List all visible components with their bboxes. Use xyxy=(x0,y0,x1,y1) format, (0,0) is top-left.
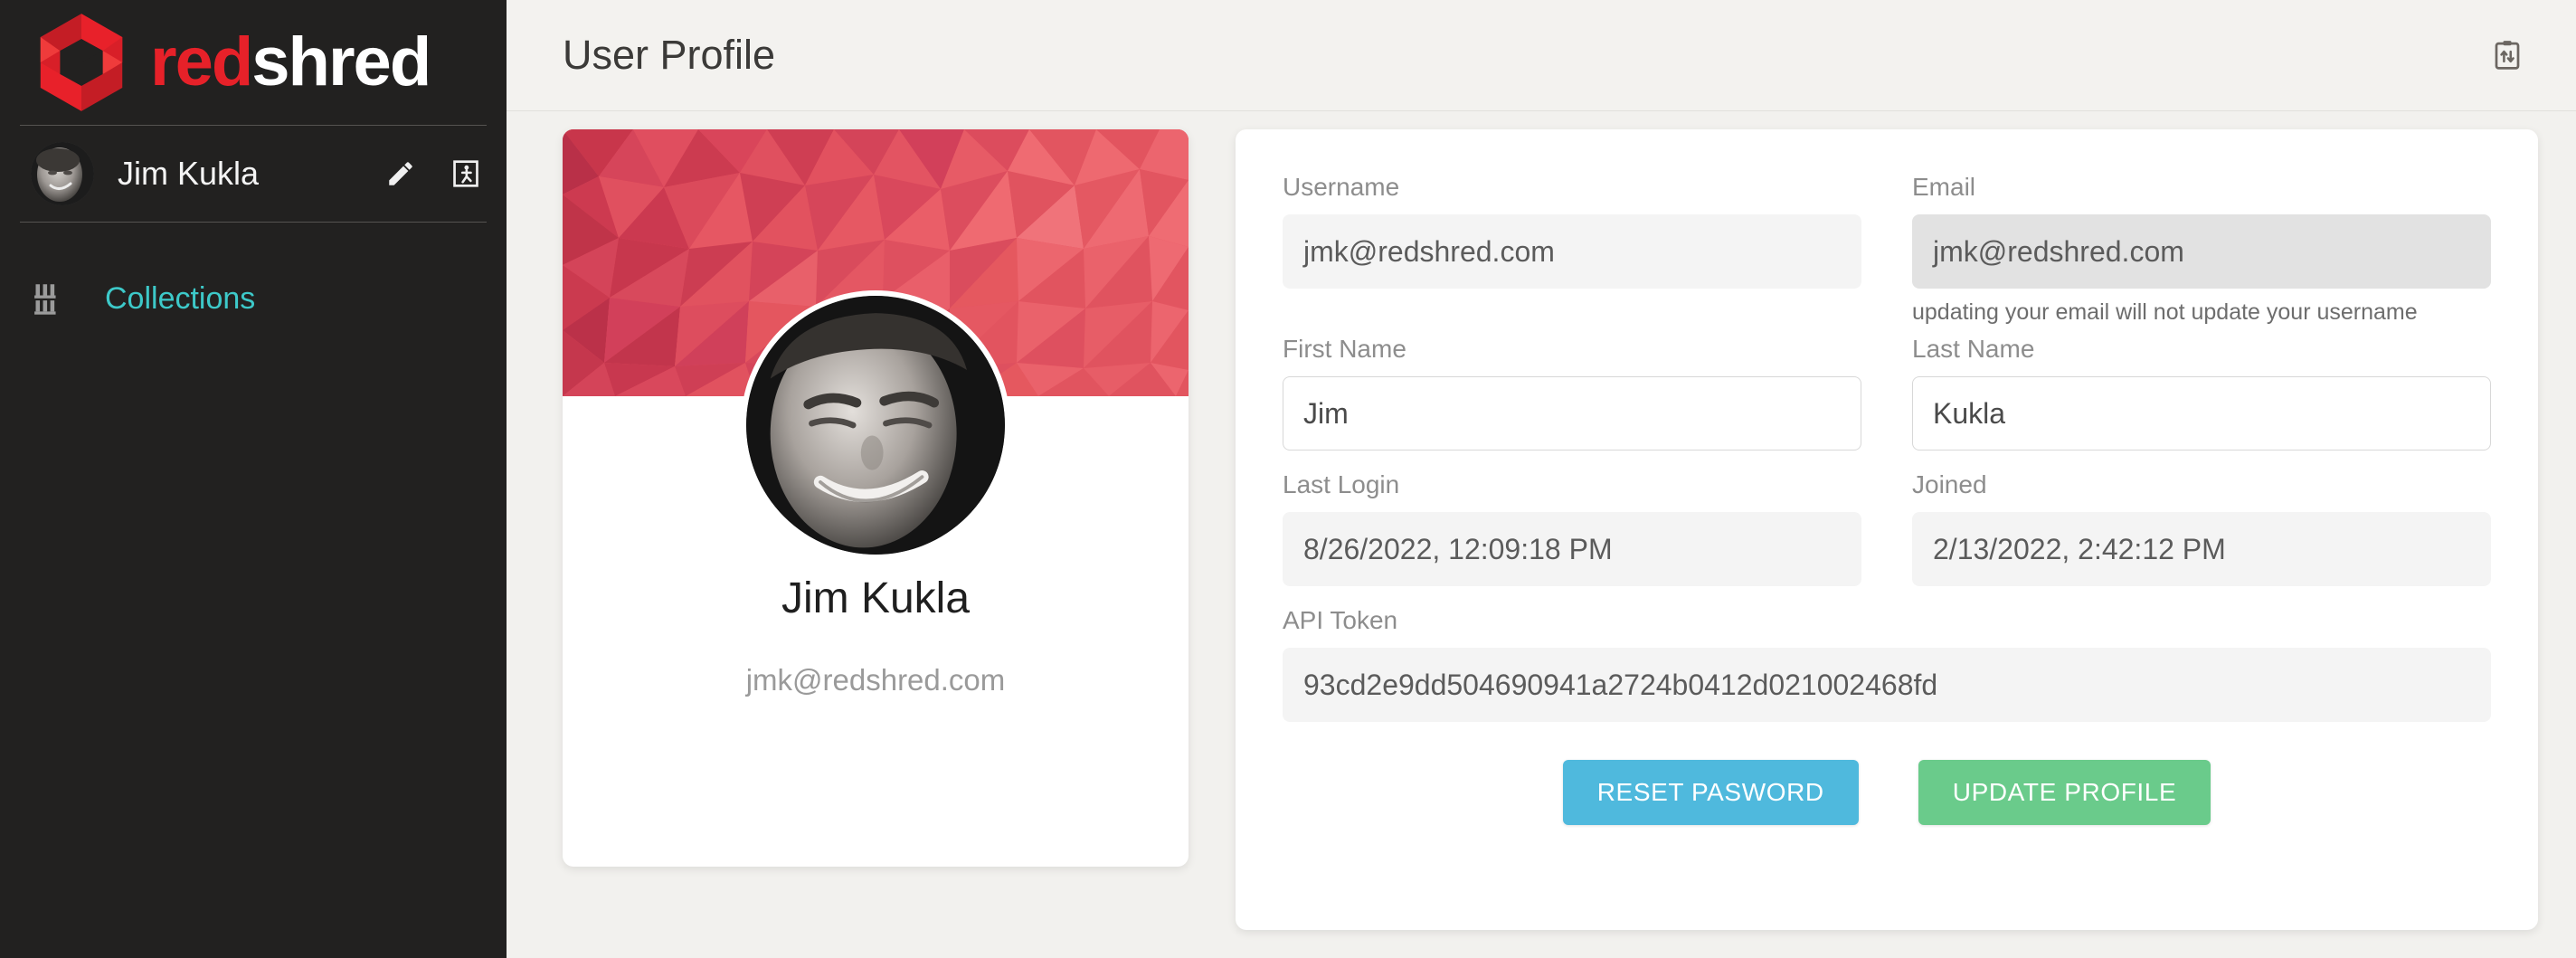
clipboard-transfer-button[interactable] xyxy=(2482,30,2533,81)
sidebar-user-row: Jim Kukla xyxy=(0,126,507,222)
brand-wordmark: redshred xyxy=(150,28,431,97)
update-profile-button[interactable]: UPDATE PROFILE xyxy=(1918,760,2211,825)
email-help-text: updating your email will not update your… xyxy=(1912,299,2418,325)
content-area: Jim Kukla jmk@redshred.com Username jmk@… xyxy=(507,111,2576,958)
first-name-label: First Name xyxy=(1283,335,1406,363)
form-row-dates: Last Login 8/26/2022, 12:09:18 PM Joined… xyxy=(1283,470,2491,586)
field-group-last-name: Last Name Kukla xyxy=(1912,335,2491,451)
user-avatar-photo-icon xyxy=(746,296,1005,555)
profile-email: jmk@redshred.com xyxy=(745,663,1006,697)
main-area: User Profile Jim Kukla jmk@redshred.com … xyxy=(507,0,2576,958)
field-group-last-login: Last Login 8/26/2022, 12:09:18 PM xyxy=(1283,470,1861,586)
top-header: User Profile xyxy=(507,0,2576,111)
profile-avatar xyxy=(741,290,1010,560)
form-row-api-token: API Token 93cd2e9dd504690941a2724b0412d0… xyxy=(1283,606,2491,722)
form-action-buttons: RESET PASWORD UPDATE PROFILE xyxy=(1283,760,2491,825)
first-name-input[interactable]: Jim xyxy=(1283,376,1861,451)
username-label: Username xyxy=(1283,173,1400,201)
app-root: redshred Jim Kukla Collections User Prof… xyxy=(0,0,2576,958)
avatar xyxy=(31,142,94,205)
profile-name: Jim Kukla xyxy=(781,574,971,622)
form-row-names: First Name Jim Last Name Kukla xyxy=(1283,335,2491,451)
exit-door-icon xyxy=(453,160,478,187)
last-login-label: Last Login xyxy=(1283,470,1400,498)
field-group-email: Email jmk@redshred.com updating your ema… xyxy=(1912,173,2491,326)
last-name-label: Last Name xyxy=(1912,335,2035,363)
clipboard-transfer-icon xyxy=(2495,41,2520,70)
sidebar: redshred Jim Kukla Collections xyxy=(0,0,507,958)
sidebar-item-label: Collections xyxy=(105,280,256,316)
reset-password-button[interactable]: RESET PASWORD xyxy=(1562,760,1859,825)
email-label: Email xyxy=(1912,173,1976,201)
sidebar-user-name: Jim Kukla xyxy=(118,155,260,192)
joined-input[interactable]: 2/13/2022, 2:42:12 PM xyxy=(1912,512,2491,586)
field-group-username: Username jmk@redshred.com xyxy=(1283,173,1861,326)
brand-logo[interactable]: redshred xyxy=(0,0,507,125)
last-name-input[interactable]: Kukla xyxy=(1912,376,2491,451)
redshred-cube-logo-icon xyxy=(40,14,123,111)
field-group-api-token: API Token 93cd2e9dd504690941a2724b0412d0… xyxy=(1283,606,2491,722)
logout-button[interactable] xyxy=(445,153,487,194)
api-token-input[interactable]: 93cd2e9dd504690941a2724b0412d021002468fd xyxy=(1283,648,2491,722)
pencil-icon xyxy=(389,162,412,185)
field-group-joined: Joined 2/13/2022, 2:42:12 PM xyxy=(1912,470,2491,586)
form-row-username-email: Username jmk@redshred.com Email jmk@reds… xyxy=(1283,173,2491,326)
brand-name-red: red xyxy=(150,24,253,100)
field-group-first-name: First Name Jim xyxy=(1283,335,1861,451)
sidebar-item-collections[interactable]: Collections xyxy=(0,262,507,335)
sidebar-nav: Collections xyxy=(0,223,507,335)
profile-form-card: Username jmk@redshred.com Email jmk@reds… xyxy=(1236,129,2538,930)
edit-profile-button[interactable] xyxy=(380,153,421,194)
username-input[interactable]: jmk@redshred.com xyxy=(1283,214,1861,289)
brand-name-white: shred xyxy=(251,24,431,100)
library-shelf-icon xyxy=(31,278,72,319)
email-input[interactable]: jmk@redshred.com xyxy=(1912,214,2491,289)
user-avatar-photo-icon xyxy=(31,142,94,205)
api-token-label: API Token xyxy=(1283,606,1398,634)
page-title: User Profile xyxy=(563,32,776,78)
profile-card: Jim Kukla jmk@redshred.com xyxy=(563,129,1189,867)
joined-label: Joined xyxy=(1912,470,1987,498)
last-login-input[interactable]: 8/26/2022, 12:09:18 PM xyxy=(1283,512,1861,586)
